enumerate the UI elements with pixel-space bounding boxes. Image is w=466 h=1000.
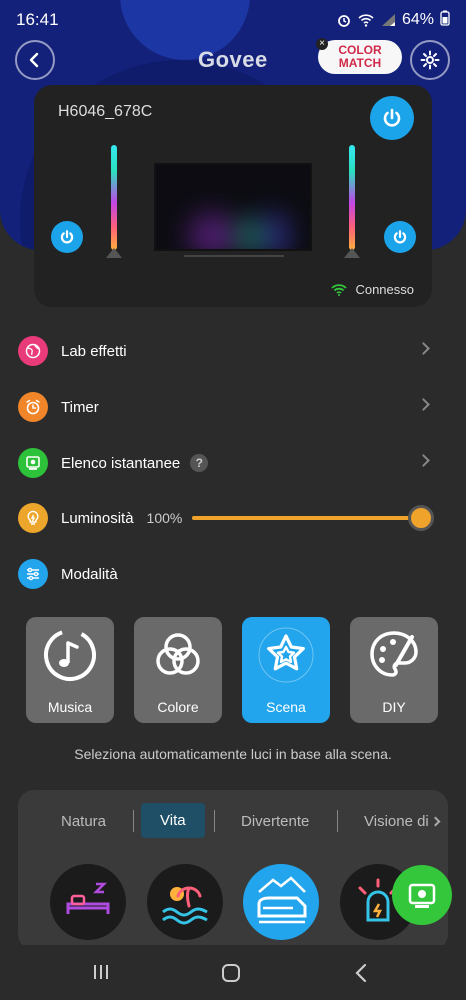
tab-divider [214,810,215,832]
snapshot-fab-button[interactable] [392,865,452,925]
gear-icon [420,50,440,70]
left-light-bar [111,145,117,250]
alarm-clock-icon [18,392,48,422]
brightness-value: 100% [146,510,183,526]
menu-row-lab-effetti[interactable]: Lab effetti [18,335,448,367]
snapshot-icon [408,883,436,908]
tv-illustration [154,163,312,251]
color-circles-icon [156,633,200,675]
back-button[interactable] [15,40,55,80]
right-bar-stand [344,248,360,258]
globe-icon [18,336,48,366]
snapshot-icon [18,448,48,478]
chevron-right-icon [417,454,430,467]
mode-color-button[interactable]: Colore [134,617,222,723]
status-time: 16:41 [16,10,59,29]
home-icon[interactable] [221,963,241,988]
back-nav-icon[interactable] [354,963,368,988]
music-note-icon [44,629,96,681]
chevron-right-icon [417,398,430,411]
power-icon [393,230,407,244]
menu-row-timer[interactable]: Timer [18,391,448,423]
power-button[interactable] [370,96,414,140]
tab-visione[interactable]: Visione di [364,813,429,830]
close-badge-icon[interactable]: × [316,38,328,50]
mode-scene-button[interactable]: Scena [242,617,330,723]
tab-divertente[interactable]: Divertente [241,813,309,830]
color-match-badge[interactable]: COLOR MATCH [318,40,402,74]
menu-label: Timer [61,398,99,416]
brightness-slider-thumb[interactable] [408,505,434,531]
scene-bed[interactable] [50,864,126,940]
left-bar-stand [106,248,122,258]
palm-beach-icon [162,886,208,925]
mode-hint-text: Seleziona automaticamente luci in base a… [74,746,392,762]
device-name: H6046_678C [58,103,153,120]
chevron-right-icon [417,342,430,355]
wifi-icon [331,283,348,296]
tab-divider [133,810,134,832]
system-nav-bar [0,945,466,1000]
status-bar: 16:41 64% [0,0,466,40]
mode-diy-button[interactable]: DIY [350,617,438,723]
menu-label: Elenco istantanee [61,454,181,472]
mode-label: DIY [382,699,406,715]
battery-icon [440,10,450,31]
tab-natura[interactable]: Natura [61,813,106,830]
bulb-icon [18,503,48,533]
scene-panel: Natura Vita Divertente Visione di [18,790,448,950]
help-icon[interactable]: ? [190,454,209,472]
battery-percent: 64% [401,11,434,28]
tv-stand [184,253,284,257]
menu-label: Modalità [61,565,118,583]
brightness-slider[interactable] [192,505,434,531]
tab-vita[interactable]: Vita [141,803,205,838]
train-icon [257,876,307,924]
brightness-slider-fill [192,516,424,520]
tab-divider [337,810,338,832]
recent-apps-icon[interactable] [92,963,110,986]
mode-label: Scena [266,699,306,715]
app-header: Govee COLOR MATCH × [0,38,466,80]
mode-label: Musica [47,699,93,715]
menu-row-mode: Modalità [18,558,448,590]
right-bar-power-button[interactable] [384,221,416,253]
power-icon [383,108,401,127]
brand-logo: Govee [198,47,268,72]
mode-music-button[interactable]: Musica [26,617,114,723]
left-bar-power-button[interactable] [51,221,83,253]
menu-row-brightness: Luminosità 100% [18,502,448,534]
right-light-bar [349,145,355,250]
palette-icon [370,631,418,677]
wifi-icon [358,13,374,27]
signal-icon [380,13,396,27]
scene-train[interactable] [243,864,319,940]
bed-icon [66,882,110,914]
settings-button[interactable] [410,40,450,80]
alarm-icon [336,13,352,27]
device-card[interactable]: H6046_678C Connesso [34,85,432,307]
menu-row-snapshots[interactable]: Elenco istantanee ? [18,447,448,479]
mode-label: Colore [157,699,199,715]
sliders-icon [18,559,48,589]
menu-label: Luminosità [61,509,134,527]
connection-status: Connesso [331,282,414,297]
scene-beach[interactable] [147,864,223,940]
menu-label: Lab effetti [61,342,127,360]
connection-label: Connesso [355,282,414,297]
chevron-right-icon[interactable] [430,816,441,827]
power-icon [60,230,74,244]
chevron-left-icon [29,52,39,68]
star-icon [258,627,314,683]
